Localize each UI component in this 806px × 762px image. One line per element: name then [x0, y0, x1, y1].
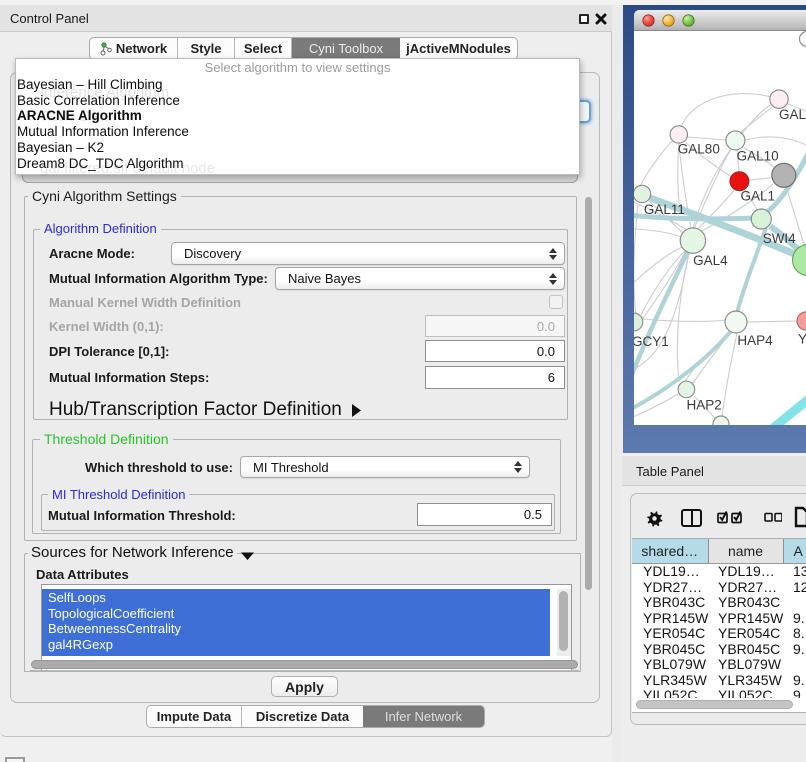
svg-text:GAL10: GAL10 [737, 149, 779, 164]
svg-text:SWI4: SWI4 [763, 231, 796, 246]
svg-text:HAP4: HAP4 [737, 333, 773, 348]
svg-text:GCY1: GCY1 [634, 334, 669, 349]
svg-text:Y: Y [798, 332, 806, 347]
svg-text:HAP2: HAP2 [687, 398, 722, 413]
svg-text:GAL: GAL [779, 107, 806, 122]
svg-text:GAL11: GAL11 [644, 202, 685, 217]
svg-text:GAL4: GAL4 [693, 253, 728, 268]
svg-text:GAL1: GAL1 [741, 189, 776, 204]
svg-text:GAL80: GAL80 [678, 142, 720, 157]
